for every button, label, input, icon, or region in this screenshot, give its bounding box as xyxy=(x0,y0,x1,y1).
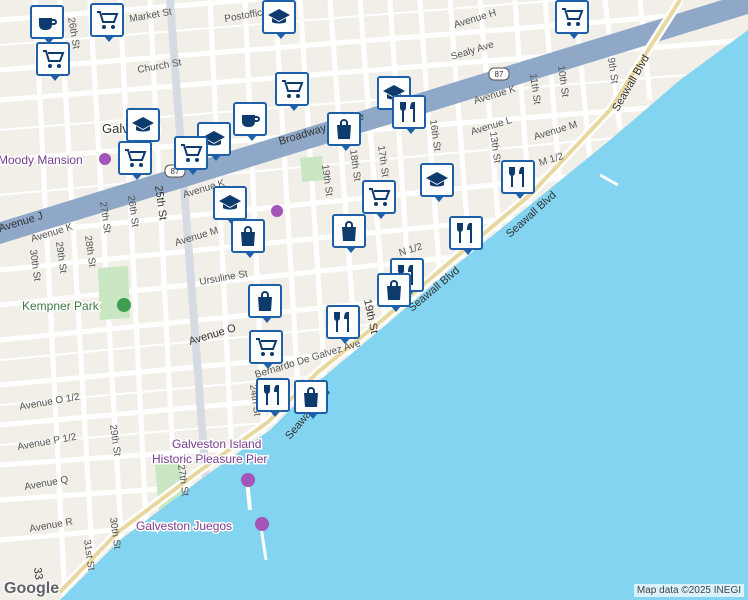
restaurant-icon xyxy=(454,221,478,245)
map-marker-restaurant[interactable] xyxy=(326,305,360,344)
cart-icon xyxy=(367,185,391,209)
coffee-icon xyxy=(35,10,59,34)
restaurant-icon xyxy=(331,310,355,334)
park-icon[interactable] xyxy=(117,298,131,312)
map-marker-restaurant[interactable] xyxy=(392,95,426,134)
map-marker-school[interactable] xyxy=(213,186,247,225)
map-marker-restaurant[interactable] xyxy=(256,378,290,417)
map-marker-cart[interactable] xyxy=(555,0,589,39)
bag-icon xyxy=(332,117,356,141)
cart-icon xyxy=(560,5,584,29)
map-marker-bag[interactable] xyxy=(377,273,411,312)
map-marker-bag[interactable] xyxy=(332,214,366,253)
cart-icon xyxy=(179,141,203,165)
bag-icon xyxy=(382,278,406,302)
cart-icon xyxy=(280,77,304,101)
kempner-park-area xyxy=(98,266,130,320)
map-marker-bag[interactable] xyxy=(231,219,265,258)
map-marker-cart[interactable] xyxy=(36,42,70,81)
map-marker-cart[interactable] xyxy=(249,330,283,369)
cart-icon xyxy=(254,335,278,359)
map-marker-cart[interactable] xyxy=(275,72,309,111)
google-logo: Google xyxy=(4,580,60,597)
amusement-icon[interactable] xyxy=(241,473,255,487)
svg-text:87: 87 xyxy=(495,70,504,79)
restaurant-icon xyxy=(506,165,530,189)
school-icon xyxy=(218,191,242,215)
map-marker-restaurant[interactable] xyxy=(501,160,535,199)
map-marker-school[interactable] xyxy=(420,163,454,202)
map-marker-cart[interactable] xyxy=(118,141,152,180)
school-icon xyxy=(131,113,155,137)
bag-icon xyxy=(337,219,361,243)
moody-mansion-label: Moody Mansion xyxy=(0,153,83,167)
restaurant-icon xyxy=(261,383,285,407)
map-marker-restaurant[interactable] xyxy=(449,216,483,255)
pleasure-pier-label-1: Galveston Island xyxy=(172,437,261,451)
map-marker-coffee[interactable] xyxy=(30,5,64,44)
map-marker-cart[interactable] xyxy=(90,3,124,42)
museum-icon[interactable] xyxy=(99,153,111,165)
map-canvas[interactable]: 87 87 Broadway Avenue Avenue J Seawall B… xyxy=(0,0,748,600)
amusement-icon-2[interactable] xyxy=(255,517,269,531)
museum-icon-2[interactable] xyxy=(271,205,283,217)
coffee-icon xyxy=(238,107,262,131)
map-attribution[interactable]: Map data ©2025 INEGI xyxy=(633,584,744,597)
kempner-park-label: Kempner Park xyxy=(22,299,100,313)
st-33-label: 33 xyxy=(31,567,45,581)
bag-icon xyxy=(253,289,277,313)
cart-icon xyxy=(123,146,147,170)
juegos-label: Galveston Juegos xyxy=(136,519,232,533)
map-marker-bag[interactable] xyxy=(294,380,328,419)
hwy-87-shield: 87 xyxy=(488,67,510,81)
map-marker-school[interactable] xyxy=(262,0,296,39)
cart-icon xyxy=(95,8,119,32)
cart-icon xyxy=(41,47,65,71)
restaurant-icon xyxy=(397,100,421,124)
pleasure-pier-label-2: Historic Pleasure Pier xyxy=(152,452,267,466)
map-marker-bag[interactable] xyxy=(248,284,282,323)
school-icon xyxy=(267,5,291,29)
school-icon xyxy=(425,168,449,192)
map-marker-bag[interactable] xyxy=(327,112,361,151)
map-marker-cart[interactable] xyxy=(362,180,396,219)
map-marker-cart[interactable] xyxy=(174,136,208,175)
map-marker-coffee[interactable] xyxy=(233,102,267,141)
bag-icon xyxy=(236,224,260,248)
map-marker-school[interactable] xyxy=(126,108,160,147)
bag-icon xyxy=(299,385,323,409)
